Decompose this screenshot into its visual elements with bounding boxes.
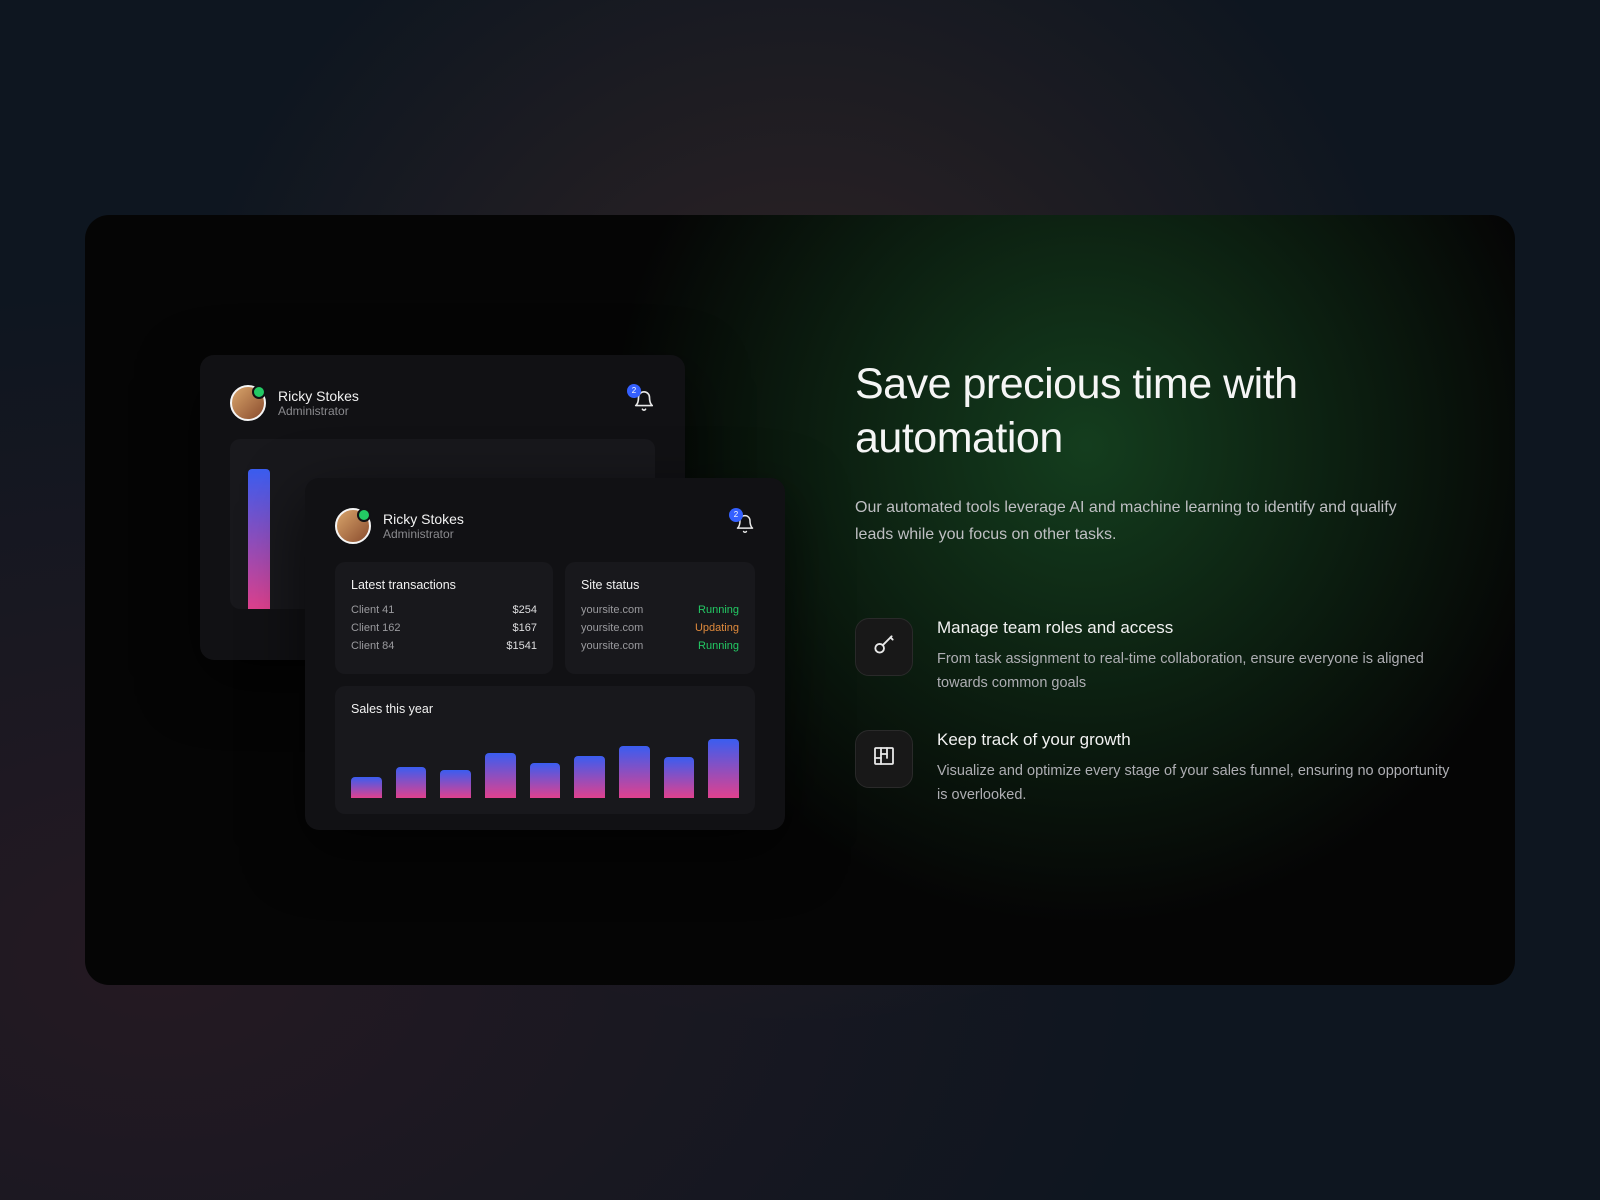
chart-bar: [440, 770, 471, 798]
amount: $1541: [506, 640, 537, 652]
bell-icon: [735, 521, 755, 538]
table-row: Client 162 $167: [351, 622, 537, 634]
notifications-button[interactable]: 2: [633, 390, 655, 417]
feature-icon-box: [855, 730, 913, 788]
kanban-icon: [872, 744, 896, 773]
chart-bar: [664, 757, 695, 798]
status-badge: Running: [698, 604, 739, 616]
sales-chart-widget: Sales this year: [335, 686, 755, 814]
chart-bar: [574, 756, 605, 798]
client-label: Client 162: [351, 622, 401, 634]
feature-desc: Visualize and optimize every stage of yo…: [937, 760, 1455, 808]
bell-icon: [633, 399, 655, 416]
table-row: Client 84 $1541: [351, 640, 537, 652]
chart-bar: [619, 746, 650, 799]
section-lead: Our automated tools leverage AI and mach…: [855, 494, 1435, 548]
site-label: yoursite.com: [581, 622, 643, 634]
feature-item: Manage team roles and access From task a…: [855, 618, 1455, 696]
amount: $167: [512, 622, 536, 634]
notifications-button[interactable]: 2: [735, 514, 755, 539]
table-row: Client 41 $254: [351, 604, 537, 616]
bar-chart: [351, 728, 739, 798]
chart-bar: [708, 739, 739, 799]
chart-bar: [530, 763, 561, 798]
table-row: yoursite.com Running: [581, 640, 739, 652]
notification-badge: 2: [627, 384, 641, 398]
widget-title: Sales this year: [351, 702, 739, 716]
notification-badge: 2: [729, 508, 743, 522]
avatar[interactable]: [230, 385, 266, 421]
user-name: Ricky Stokes: [383, 511, 723, 527]
chart-bar: [396, 767, 427, 799]
chart-bar: [485, 753, 516, 799]
feature-panel: Ricky Stokes Administrator 2 Ricky St: [85, 215, 1515, 985]
status-badge: Updating: [695, 622, 739, 634]
dashboard-mockups: Ricky Stokes Administrator 2 Ricky St: [145, 320, 755, 880]
table-row: yoursite.com Updating: [581, 622, 739, 634]
dashboard-card-front: Ricky Stokes Administrator 2 Latest tran…: [305, 478, 785, 830]
feature-icon-box: [855, 618, 913, 676]
text-column: Save precious time with automation Our a…: [855, 358, 1455, 842]
site-label: yoursite.com: [581, 604, 643, 616]
table-row: yoursite.com Running: [581, 604, 739, 616]
transactions-widget: Latest transactions Client 41 $254 Clien…: [335, 562, 553, 674]
chart-bar: [351, 777, 382, 798]
user-role: Administrator: [383, 527, 723, 541]
widget-title: Site status: [581, 578, 739, 592]
feature-item: Keep track of your growth Visualize and …: [855, 730, 1455, 808]
client-label: Client 41: [351, 604, 394, 616]
status-badge: Running: [698, 640, 739, 652]
feature-desc: From task assignment to real-time collab…: [937, 648, 1455, 696]
amount: $254: [512, 604, 536, 616]
feature-title: Manage team roles and access: [937, 618, 1455, 638]
user-name: Ricky Stokes: [278, 388, 621, 404]
section-heading: Save precious time with automation: [855, 358, 1455, 466]
card-header: Ricky Stokes Administrator 2: [216, 371, 669, 439]
avatar[interactable]: [335, 508, 371, 544]
user-role: Administrator: [278, 404, 621, 418]
key-icon: [871, 632, 897, 663]
card-header: Ricky Stokes Administrator 2: [321, 494, 769, 562]
site-label: yoursite.com: [581, 640, 643, 652]
site-status-widget: Site status yoursite.com Running yoursit…: [565, 562, 755, 674]
widget-title: Latest transactions: [351, 578, 537, 592]
client-label: Client 84: [351, 640, 394, 652]
feature-title: Keep track of your growth: [937, 730, 1455, 750]
